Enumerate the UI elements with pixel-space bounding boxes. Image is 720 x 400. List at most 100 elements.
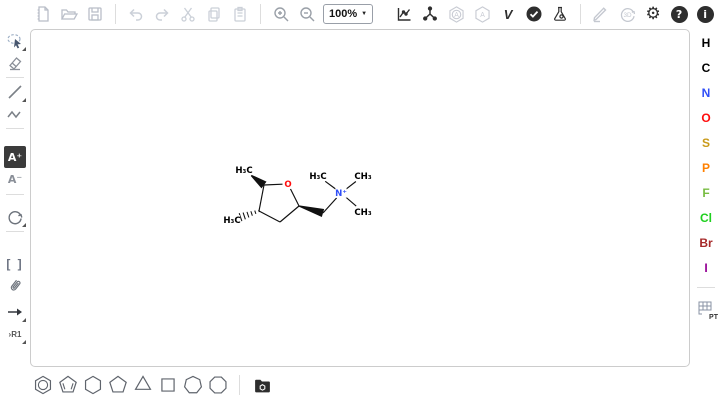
zoom-out-button[interactable] [294,1,320,27]
charge-minus-tool[interactable]: A⁻ [2,168,28,190]
toolbar-divider [260,4,261,24]
attach-tool[interactable] [2,275,28,297]
chevron-down-icon: ▼ [361,11,367,17]
aromatize-button[interactable]: A [443,1,469,27]
calculated-values-button[interactable] [547,1,573,27]
layout-button[interactable] [391,1,417,27]
template-benzene[interactable] [30,372,55,398]
svg-text:O: O [284,180,291,190]
help-button[interactable]: ? [666,1,692,27]
element-button-I[interactable]: I [694,255,718,280]
toolbar-divider [6,231,24,232]
check-structure-button[interactable] [521,1,547,27]
dropdown-corner [22,47,26,51]
template-cyclopentane[interactable] [105,372,130,398]
element-button-H[interactable]: H [694,30,718,55]
template-toolbar [30,371,275,399]
zoom-level-dropdown[interactable]: 100% ▼ [323,4,373,24]
undo-button[interactable] [123,1,149,27]
element-button-Cl[interactable]: Cl [694,205,718,230]
svg-text:A: A [480,11,485,18]
3d-viewer-button[interactable]: 3D [614,1,640,27]
gear-icon: ⚙ [645,6,660,23]
undo-icon [127,5,145,23]
periodic-table-button[interactable]: PT [693,297,719,321]
toolbar-divider [239,375,240,395]
zoom-out-icon [298,5,316,23]
toolbar-divider [580,4,581,24]
clean-up-icon [421,5,439,23]
charge-plus-icon: A⁺ [4,146,26,168]
transform-rotate-tool[interactable] [2,206,28,228]
svg-text:N⁺: N⁺ [335,189,347,199]
template-library-button[interactable] [249,372,275,398]
drawing-canvas[interactable]: OH₃CH₃CN⁺H₃CCH₃CH₃ [30,29,690,367]
sgroup-bracket-tool[interactable]: [ ] [2,253,28,275]
toolbar-divider [115,4,116,24]
aromatize-icon: A [447,5,466,24]
redo-button[interactable] [149,1,175,27]
element-button-O[interactable]: O [694,105,718,130]
template-cyclohexane[interactable] [80,372,105,398]
dropdown-corner [22,98,26,102]
element-button-S[interactable]: S [694,130,718,155]
paperclip-icon [6,277,24,295]
zoom-in-button[interactable] [268,1,294,27]
cut-button[interactable] [175,1,201,27]
element-list: HCNOSPFClBrI [694,30,718,280]
brackets-icon: [ ] [6,257,23,271]
element-button-Br[interactable]: Br [694,230,718,255]
top-toolbar: 100% ▼ A A V [30,0,718,28]
select-lasso-tool[interactable] [2,30,28,52]
chain-tool[interactable] [2,103,28,125]
flask-icon [551,5,569,23]
charge-plus-tool[interactable]: A⁺ [2,146,28,168]
template-cyclopropane[interactable] [130,372,155,398]
svg-text:H₃C: H₃C [223,216,240,226]
element-button-F[interactable]: F [694,180,718,205]
svg-text:H₃C: H₃C [235,166,252,176]
molecule-structure[interactable]: OH₃CH₃CN⁺H₃CCH₃CH₃ [31,30,689,366]
svg-text:CH₃: CH₃ [354,208,371,218]
template-cyclooctane[interactable] [205,372,230,398]
check-structure-icon [525,5,543,23]
rgroup-tool[interactable]: ›R1 [2,323,28,345]
element-button-N[interactable]: N [694,80,718,105]
zoom-in-icon [272,5,290,23]
open-button[interactable] [56,1,82,27]
chain-icon [6,105,24,123]
settings-button[interactable]: ⚙ [640,1,666,27]
template-cyclobutane[interactable] [155,372,180,398]
recognize-button[interactable] [588,1,614,27]
svg-text:A: A [454,11,459,18]
single-bond-tool[interactable] [2,81,28,103]
dearomatize-icon: A [473,5,492,24]
zoom-level-value: 100% [329,8,357,20]
template-cyclopentadiene[interactable] [55,372,80,398]
reaction-arrow-tool[interactable] [2,301,28,323]
about-button[interactable]: i [692,1,718,27]
element-button-P[interactable]: P [694,155,718,180]
right-atom-toolbar: HCNOSPFClBrI PT [692,30,720,321]
paste-button[interactable] [227,1,253,27]
calculate-cip-button[interactable]: V [495,1,521,27]
save-icon [86,5,104,23]
dearomatize-button[interactable]: A [469,1,495,27]
template-cycloheptane[interactable] [180,372,205,398]
cut-scissors-icon [179,5,197,23]
element-button-C[interactable]: C [694,55,718,80]
new-document-icon [34,5,52,23]
new-document-button[interactable] [30,1,56,27]
save-button[interactable] [82,1,108,27]
copy-button[interactable] [201,1,227,27]
template-library-icon [253,376,272,395]
erase-tool[interactable] [2,52,28,74]
clean-up-button[interactable] [417,1,443,27]
periodic-table-label: PT [709,314,718,321]
toolbar-divider [6,128,24,129]
charge-minus-icon: A⁻ [8,173,22,186]
dropdown-corner [22,340,26,344]
eraser-icon [6,54,24,72]
dropdown-corner [22,318,26,322]
paste-clipboard-icon [231,5,249,23]
